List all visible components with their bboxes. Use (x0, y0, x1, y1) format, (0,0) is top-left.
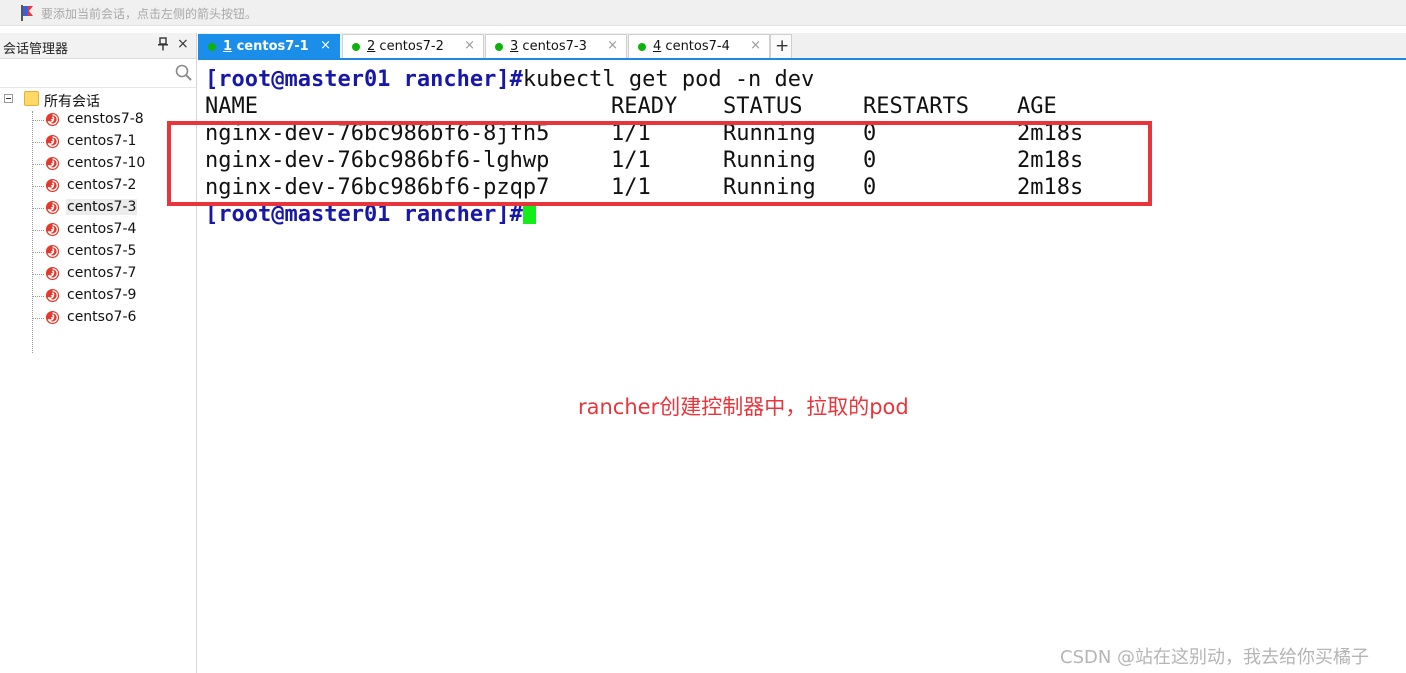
tab-close-icon[interactable]: × (750, 38, 761, 53)
terminal-cell: STATUS (723, 94, 803, 119)
tree-connector (32, 296, 44, 297)
tree-connector (32, 274, 44, 275)
connected-status-icon (495, 43, 503, 51)
terminal-prompt: [root@master01 rancher]# (205, 67, 523, 92)
session-panel-header: 会话管理器 × (0, 33, 196, 59)
terminal-cell: RESTARTS (863, 94, 969, 119)
close-icon[interactable]: × (177, 36, 189, 52)
tree-connector (32, 120, 44, 121)
session-icon (45, 134, 60, 149)
session-item[interactable]: centos7-5 (32, 242, 182, 264)
tab-session[interactable]: 2 centos7-2 × (342, 34, 484, 58)
hint-bar: 要添加当前会话，点击左侧的箭头按钮。 (0, 0, 1406, 26)
terminal-cell: READY (611, 94, 678, 119)
search-icon[interactable] (174, 63, 194, 83)
session-icon (45, 310, 60, 325)
tab-label: 1 centos7-1 (223, 39, 309, 54)
session-item-label: centos7-1 (67, 133, 137, 149)
connected-status-icon (638, 43, 646, 51)
session-icon (45, 200, 60, 215)
tab-close-icon[interactable]: × (320, 38, 331, 53)
session-item-label: centos7-4 (67, 221, 137, 237)
session-item[interactable]: censtos7-8 (32, 110, 182, 132)
tree-connector (32, 318, 44, 319)
tab-number: 2 (367, 39, 376, 54)
tree-connector (32, 164, 44, 165)
new-tab-button[interactable]: + (770, 34, 792, 58)
annotation-text: rancher创建控制器中，拉取的pod (578, 395, 909, 419)
tab-session[interactable]: 4 centos7-4 × (628, 34, 770, 58)
tree-connector (32, 186, 44, 187)
tree-connector (32, 208, 44, 209)
connected-status-icon (352, 43, 360, 51)
folder-icon (24, 91, 39, 106)
session-item-label: centos7-10 (67, 155, 146, 171)
pin-icon[interactable] (157, 37, 169, 54)
tab-session[interactable]: 1 centos7-1 × (198, 34, 340, 58)
tab-label: 4 centos7-4 (653, 39, 730, 54)
tab-number: 4 (653, 39, 662, 54)
tree-connector (32, 230, 44, 231)
terminal-cursor (522, 203, 536, 224)
hint-text: 要添加当前会话，点击左侧的箭头按钮。 (41, 7, 258, 21)
session-icon (45, 178, 60, 193)
connected-status-icon (208, 43, 216, 51)
tab-name: centos7-2 (379, 39, 444, 54)
session-item[interactable]: centos7-10 (32, 154, 182, 176)
tab-label: 2 centos7-2 (367, 39, 444, 54)
watermark: CSDN @站在这别动，我去给你买橘子 (1060, 647, 1370, 668)
tab-close-icon[interactable]: × (607, 38, 618, 53)
tab-label: 3 centos7-3 (510, 39, 587, 54)
tab-close-icon[interactable]: × (464, 38, 475, 53)
session-item-label: centos7-7 (67, 265, 137, 281)
tab-number: 1 (223, 39, 233, 54)
tab-name: centos7-4 (665, 39, 730, 54)
session-item-label: centso7-6 (67, 309, 137, 325)
session-icon (45, 266, 60, 281)
session-item[interactable]: centos7-9 (32, 286, 182, 308)
tree-connector (32, 142, 44, 143)
session-icon (45, 244, 60, 259)
tab-name: centos7-3 (522, 39, 587, 54)
divider (0, 87, 196, 88)
session-icon (45, 156, 60, 171)
session-item[interactable]: centos7-7 (32, 264, 182, 286)
session-item[interactable]: centso7-6 (32, 308, 182, 330)
session-item-label: centos7-2 (67, 177, 137, 193)
tab-name: centos7-1 (236, 39, 309, 54)
tab-number: 3 (510, 39, 519, 54)
session-item[interactable]: centos7-4 (32, 220, 182, 242)
session-icon (45, 288, 60, 303)
session-item-label: centos7-3 (66, 199, 138, 215)
highlight-box (167, 121, 1152, 206)
session-item[interactable]: centos7-2 (32, 176, 182, 198)
tree-root-label: 所有会话 (44, 94, 100, 110)
session-panel-title: 会话管理器 (3, 42, 69, 57)
collapse-icon[interactable] (4, 94, 13, 103)
session-item-label: censtos7-8 (67, 111, 144, 127)
session-icon (45, 112, 60, 127)
terminal-command-line: [root@master01 rancher]#kubectl get pod … (205, 66, 814, 93)
tree-connector (32, 252, 44, 253)
terminal-cell: AGE (1017, 94, 1057, 119)
session-icon (45, 222, 60, 237)
tab-bar: 1 centos7-1 × 2 centos7-2 × 3 centos7-3 × 4 ce… (198, 33, 1406, 60)
session-item[interactable]: centos7-3 (32, 198, 182, 220)
tab-session[interactable]: 3 centos7-3 × (485, 34, 627, 58)
terminal-cell: NAME (205, 94, 258, 119)
terminal-command: kubectl get pod -n dev (522, 67, 815, 92)
session-item[interactable]: centos7-1 (32, 132, 182, 154)
plus-icon: + (775, 36, 790, 56)
session-item-label: centos7-9 (67, 287, 137, 303)
flag-icon (21, 5, 33, 21)
session-item-label: centos7-5 (67, 243, 137, 259)
